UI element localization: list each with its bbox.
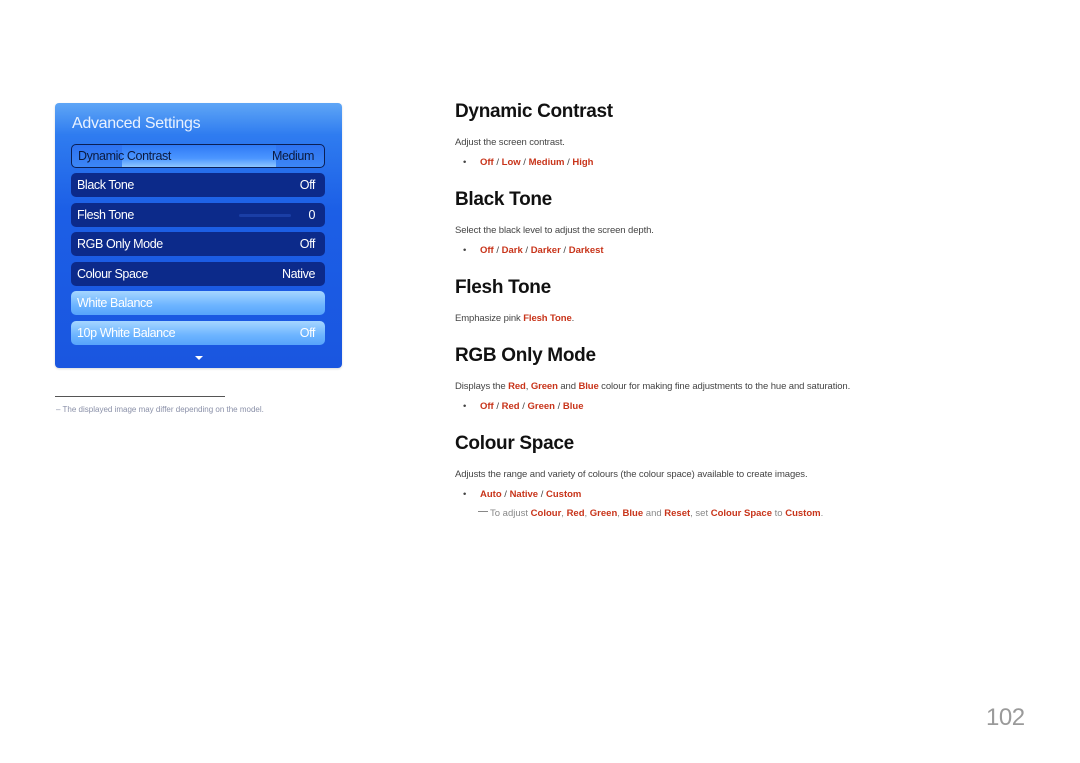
highlight-term: Blue [578, 381, 599, 392]
text-fragment: colour for making fine adjustments to th… [598, 381, 851, 392]
text-fragment: . [820, 508, 824, 519]
separator: / [522, 245, 531, 256]
highlight-term: Red [508, 381, 526, 392]
option-value: Green [527, 401, 555, 412]
option-value: Red [501, 401, 520, 412]
osd-item-label: Colour Space [77, 267, 148, 281]
osd-title: Advanced Settings [72, 115, 201, 132]
section-title-flesh-tone: Flesh Tone [455, 277, 551, 298]
bullet-icon: • [463, 401, 467, 412]
section-desc-black-tone: Select the black level to adjust the scr… [455, 225, 654, 236]
option-value: Auto [480, 489, 502, 500]
osd-item-label: Flesh Tone [77, 208, 134, 222]
options-black-tone: • Off / Dark / Darker / Darkest [463, 245, 604, 256]
osd-item-value: Off [299, 237, 316, 251]
osd-item-label: White Balance [77, 296, 153, 310]
osd-item-flesh-tone[interactable]: Flesh Tone 0 [71, 203, 325, 227]
options-rgb-only-mode: • Off / Red / Green / Blue [463, 401, 584, 412]
option-value: Darker [530, 245, 561, 256]
option-value: Custom [546, 489, 582, 500]
option-value: Low [501, 157, 521, 168]
osd-item-value: Off [299, 326, 316, 340]
desc-highlight: Flesh Tone [523, 313, 572, 324]
separator: / [493, 401, 502, 412]
option-value: High [572, 157, 594, 168]
highlight-term: Green [530, 381, 558, 392]
option-value: Native [509, 489, 539, 500]
text-fragment: , set [690, 508, 711, 519]
footnote-divider [55, 396, 225, 397]
section-title-rgb-only-mode: RGB Only Mode [455, 345, 596, 366]
desc-text: . [571, 313, 575, 324]
osd-item-value: Native [281, 267, 315, 281]
osd-item-value: Medium [271, 149, 314, 163]
options-dynamic-contrast: • Off / Low / Medium / High [463, 157, 593, 168]
text-fragment: To adjust [490, 508, 531, 519]
footnote: – The displayed image may differ dependi… [56, 405, 264, 414]
note-dash-icon [478, 511, 488, 512]
separator: / [560, 245, 569, 256]
section-desc-rgb-only-mode: Displays the Red, Green and Blue colour … [455, 381, 850, 392]
option-value: Medium [528, 157, 565, 168]
osd-item-label: Black Tone [77, 178, 134, 192]
osd-item-rgb-only-mode[interactable]: RGB Only Mode Off [71, 232, 325, 256]
text-fragment: and [643, 508, 665, 519]
option-value: Off [480, 245, 494, 256]
osd-item-10p-white-balance[interactable]: 10p White Balance Off [71, 321, 325, 345]
option-value: Off [480, 401, 494, 412]
separator: / [519, 401, 528, 412]
osd-item-white-balance[interactable]: White Balance [71, 291, 325, 315]
highlight-term: Reset [664, 508, 691, 519]
highlight-term: Green [589, 508, 618, 519]
section-title-dynamic-contrast: Dynamic Contrast [455, 101, 613, 122]
separator: / [501, 489, 510, 500]
separator: / [538, 489, 546, 500]
separator: / [493, 245, 502, 256]
page-number: 102 [986, 704, 1025, 731]
text-fragment: to [772, 508, 786, 519]
separator: / [493, 157, 502, 168]
separator: / [520, 157, 529, 168]
highlight-term: Colour Space [710, 508, 772, 519]
advanced-settings-osd: Advanced Settings Dynamic Contrast Mediu… [55, 103, 342, 368]
colour-space-note: To adjust Colour, Red, Green, Blue and R… [478, 508, 823, 519]
osd-item-label: Dynamic Contrast [78, 149, 171, 163]
text-fragment: Displays the [455, 381, 509, 392]
option-value: Off [480, 157, 494, 168]
option-value: Dark [501, 245, 523, 256]
highlight-term: Colour [530, 508, 562, 519]
bullet-icon: • [463, 245, 467, 256]
section-title-colour-space: Colour Space [455, 433, 574, 454]
osd-item-value: Off [299, 178, 316, 192]
option-value: Blue [562, 401, 584, 412]
section-desc-flesh-tone: Emphasize pink Flesh Tone. [455, 313, 574, 324]
desc-text: Emphasize pink [455, 313, 524, 324]
text-fragment: and [557, 381, 579, 392]
section-desc-dynamic-contrast: Adjust the screen contrast. [455, 137, 565, 148]
osd-item-label: RGB Only Mode [77, 237, 163, 251]
highlight-term: Blue [622, 508, 644, 519]
highlight-term: Custom [785, 508, 821, 519]
note-text: To adjust Colour, Red, Green, Blue and R… [490, 508, 823, 519]
flesh-tone-slider [239, 214, 291, 217]
option-value: Darkest [568, 245, 604, 256]
bullet-icon: • [463, 157, 467, 168]
separator: / [554, 401, 563, 412]
section-title-black-tone: Black Tone [455, 189, 552, 210]
highlight-term: Red [566, 508, 585, 519]
osd-item-black-tone[interactable]: Black Tone Off [71, 173, 325, 197]
osd-item-value: 0 [308, 208, 315, 222]
osd-item-label: 10p White Balance [77, 326, 176, 340]
osd-item-colour-space[interactable]: Colour Space Native [71, 262, 325, 286]
options-colour-space: • Auto / Native / Custom [463, 489, 581, 500]
section-desc-colour-space: Adjusts the range and variety of colours… [455, 469, 808, 480]
osd-item-dynamic-contrast[interactable]: Dynamic Contrast Medium [71, 144, 325, 168]
bullet-icon: • [463, 489, 467, 500]
chevron-down-icon[interactable] [195, 356, 203, 360]
